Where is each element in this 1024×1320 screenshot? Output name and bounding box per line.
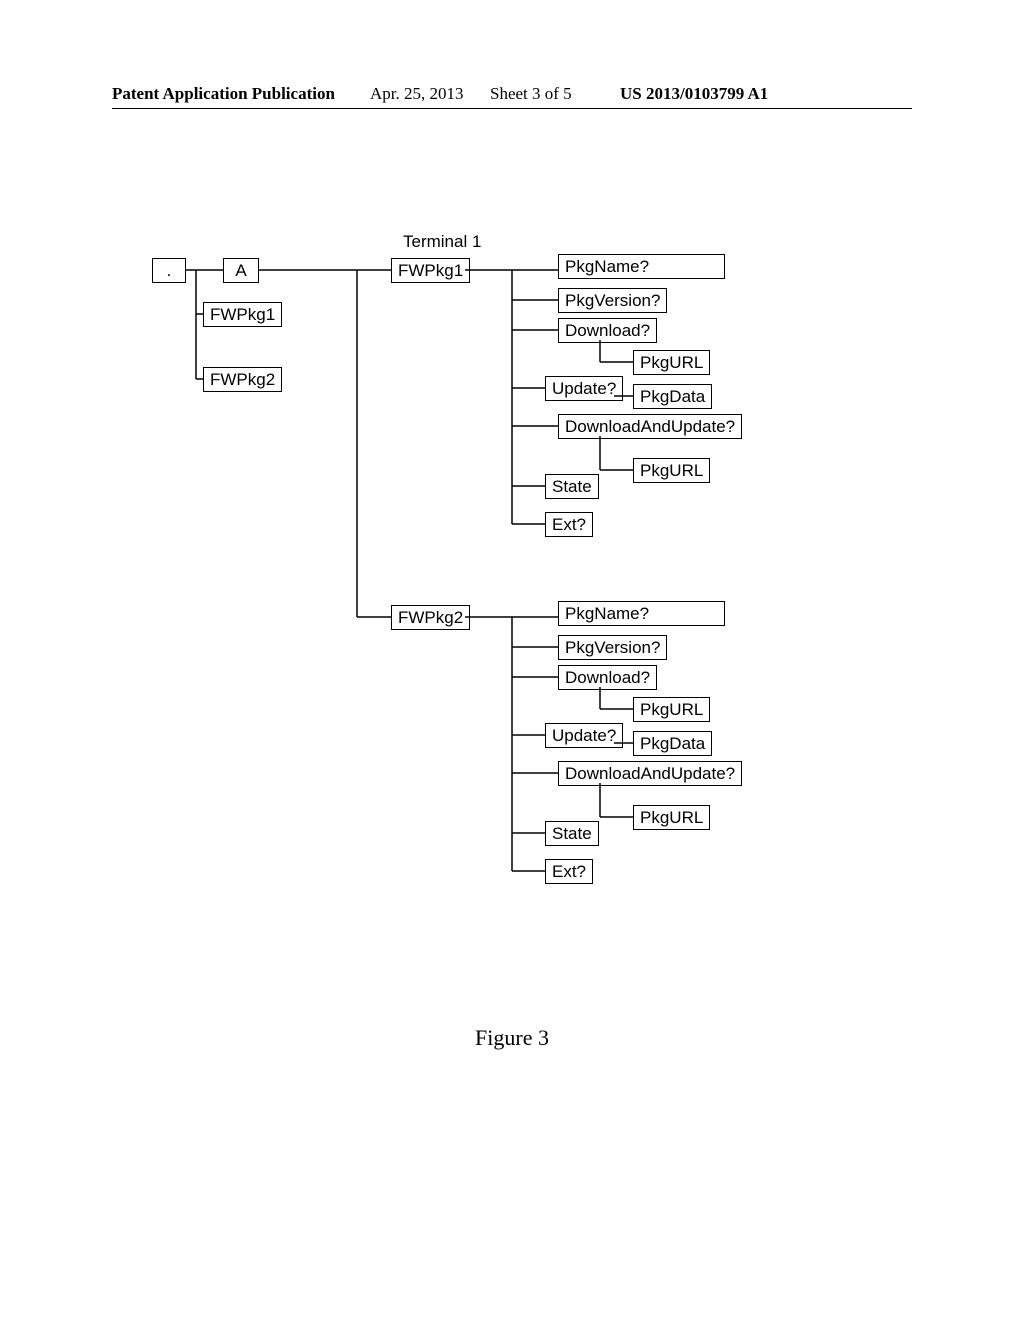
- tree-diagram: Terminal 1 . A FWPkg1 FWPkg2 FWPkg1 FWPk…: [0, 0, 1024, 1320]
- connectors: [0, 0, 1024, 1320]
- figure-caption: Figure 3: [0, 1025, 1024, 1051]
